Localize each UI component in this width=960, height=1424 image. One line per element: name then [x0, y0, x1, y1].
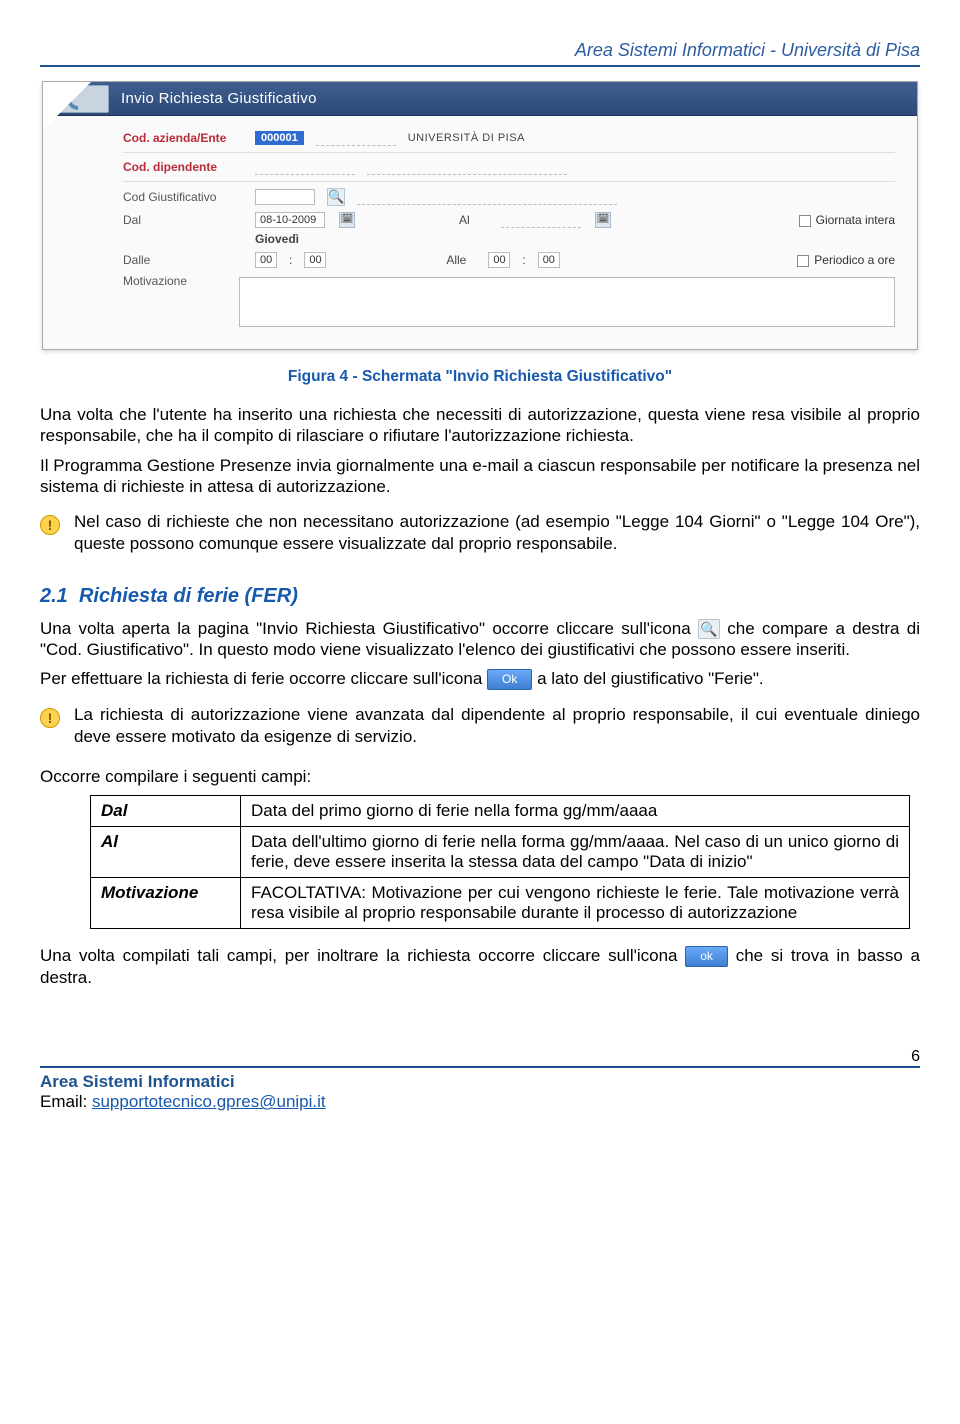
field-cod-giustificativo[interactable] [255, 189, 315, 205]
label-dal: Dal [123, 213, 243, 227]
value-cod-azienda: 000001 [255, 131, 304, 145]
footer-email-label: Email: [40, 1092, 92, 1111]
figure-caption: Figura 4 - Schermata "Invio Richiesta Gi… [40, 368, 920, 386]
paragraph: Il Programma Gestione Presenze invia gio… [40, 455, 920, 498]
label-motivazione: Motivazione [123, 274, 227, 288]
field-desc: FACOLTATIVA: Motivazione per cui vengono… [241, 878, 910, 929]
table-row: Motivazione FACOLTATIVA: Motivazione per… [91, 878, 910, 929]
field-alle-m[interactable]: 00 [538, 252, 560, 268]
field-alle-h[interactable]: 00 [488, 252, 510, 268]
label-al: Al [459, 213, 489, 227]
alert-icon: ! [40, 708, 60, 728]
checkbox-giornata-intera[interactable] [799, 215, 811, 227]
label-dal-day: Giovedì [255, 232, 299, 246]
label-alle: Alle [446, 253, 476, 267]
calendar-icon[interactable]: 🗓 [339, 212, 355, 228]
field-name: Dal [91, 796, 241, 827]
table-row: Dal Data del primo giorno di ferie nella… [91, 796, 910, 827]
figure-4-screenshot: Invio Richiesta Giustificativo Cod. azie… [42, 81, 918, 350]
alert-icon: ! [40, 515, 60, 535]
label-cod-dipendente: Cod. dipendente [123, 160, 217, 174]
alert-text: La richiesta di autorizzazione viene ava… [74, 704, 920, 748]
app-titlebar: Invio Richiesta Giustificativo [43, 82, 917, 116]
ok-button: Ok [487, 669, 532, 690]
alert-text: Nel caso di richieste che non necessitan… [74, 511, 920, 555]
ok-button: ok [685, 946, 728, 967]
page-footer: 6 Area Sistemi Informatici Email: suppor… [40, 1048, 920, 1112]
footer-divider [40, 1066, 920, 1068]
label-cod-giustificativo: Cod Giustificativo [123, 190, 243, 204]
table-row: Al Data dell'ultimo giorno di ferie nell… [91, 827, 910, 878]
header-divider [40, 65, 920, 67]
label-dalle: Dalle [123, 253, 243, 267]
checkbox-periodico-ore[interactable] [797, 255, 809, 267]
search-icon: 🔍 [698, 619, 720, 639]
window-title: Invio Richiesta Giustificativo [121, 90, 317, 107]
footer-email-link[interactable]: supportotecnico.gpres@unipi.it [92, 1092, 326, 1111]
field-al-date[interactable] [501, 212, 581, 228]
field-motivazione[interactable] [239, 277, 895, 327]
paragraph: Una volta che l'utente ha inserito una r… [40, 404, 920, 447]
field-desc: Data dell'ultimo giorno di ferie nella f… [241, 827, 910, 878]
footer-org: Area Sistemi Informatici [40, 1072, 920, 1092]
paragraph: Una volta compilati tali campi, per inol… [40, 945, 920, 988]
label-giornata-intera: Giornata intera [816, 213, 895, 227]
page-number: 6 [40, 1048, 920, 1066]
paragraph: Occorre compilare i seguenti campi: [40, 766, 920, 787]
calendar-icon[interactable]: 🗓 [595, 212, 611, 228]
section-heading: 2.1 Richiesta di ferie (FER) [40, 585, 920, 608]
fields-table: Dal Data del primo giorno di ferie nella… [90, 795, 910, 929]
field-name: Motivazione [91, 878, 241, 929]
field-dal-date[interactable]: 08-10-2009 [255, 212, 325, 228]
paragraph: Una volta aperta la pagina "Invio Richie… [40, 618, 920, 661]
paragraph: Per effettuare la richiesta di ferie occ… [40, 668, 920, 690]
field-name: Al [91, 827, 241, 878]
field-dalle-h[interactable]: 00 [255, 252, 277, 268]
search-icon[interactable]: 🔍 [327, 188, 345, 206]
label-periodico-ore: Periodico a ore [814, 253, 895, 267]
page-header-right: Area Sistemi Informatici - Università di… [40, 40, 920, 61]
label-cod-azienda: Cod. azienda/Ente [123, 131, 226, 145]
field-desc: Data del primo giorno di ferie nella for… [241, 796, 910, 827]
label-ente: UNIVERSITÀ DI PISA [408, 132, 525, 144]
field-dalle-m[interactable]: 00 [304, 252, 326, 268]
